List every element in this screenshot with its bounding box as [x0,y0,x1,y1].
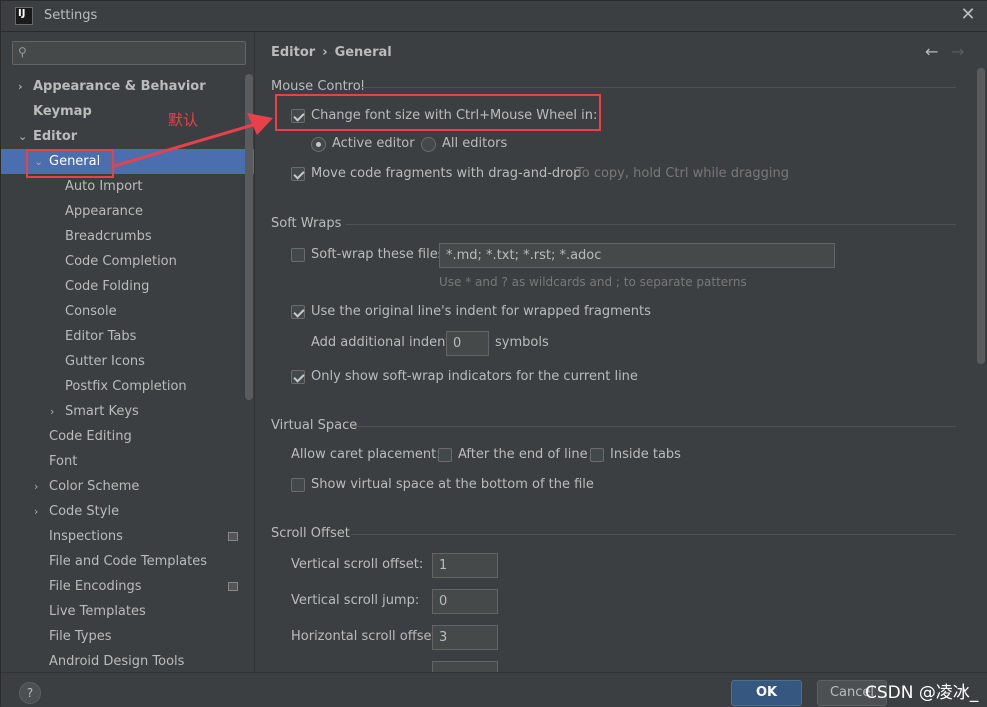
annotation-arrow [113,113,273,168]
settings-window: Settings ✕ ⚲ ›Appearance & BehaviorKeyma… [0,0,987,707]
watermark: CSDN @凌冰_ [865,683,979,703]
